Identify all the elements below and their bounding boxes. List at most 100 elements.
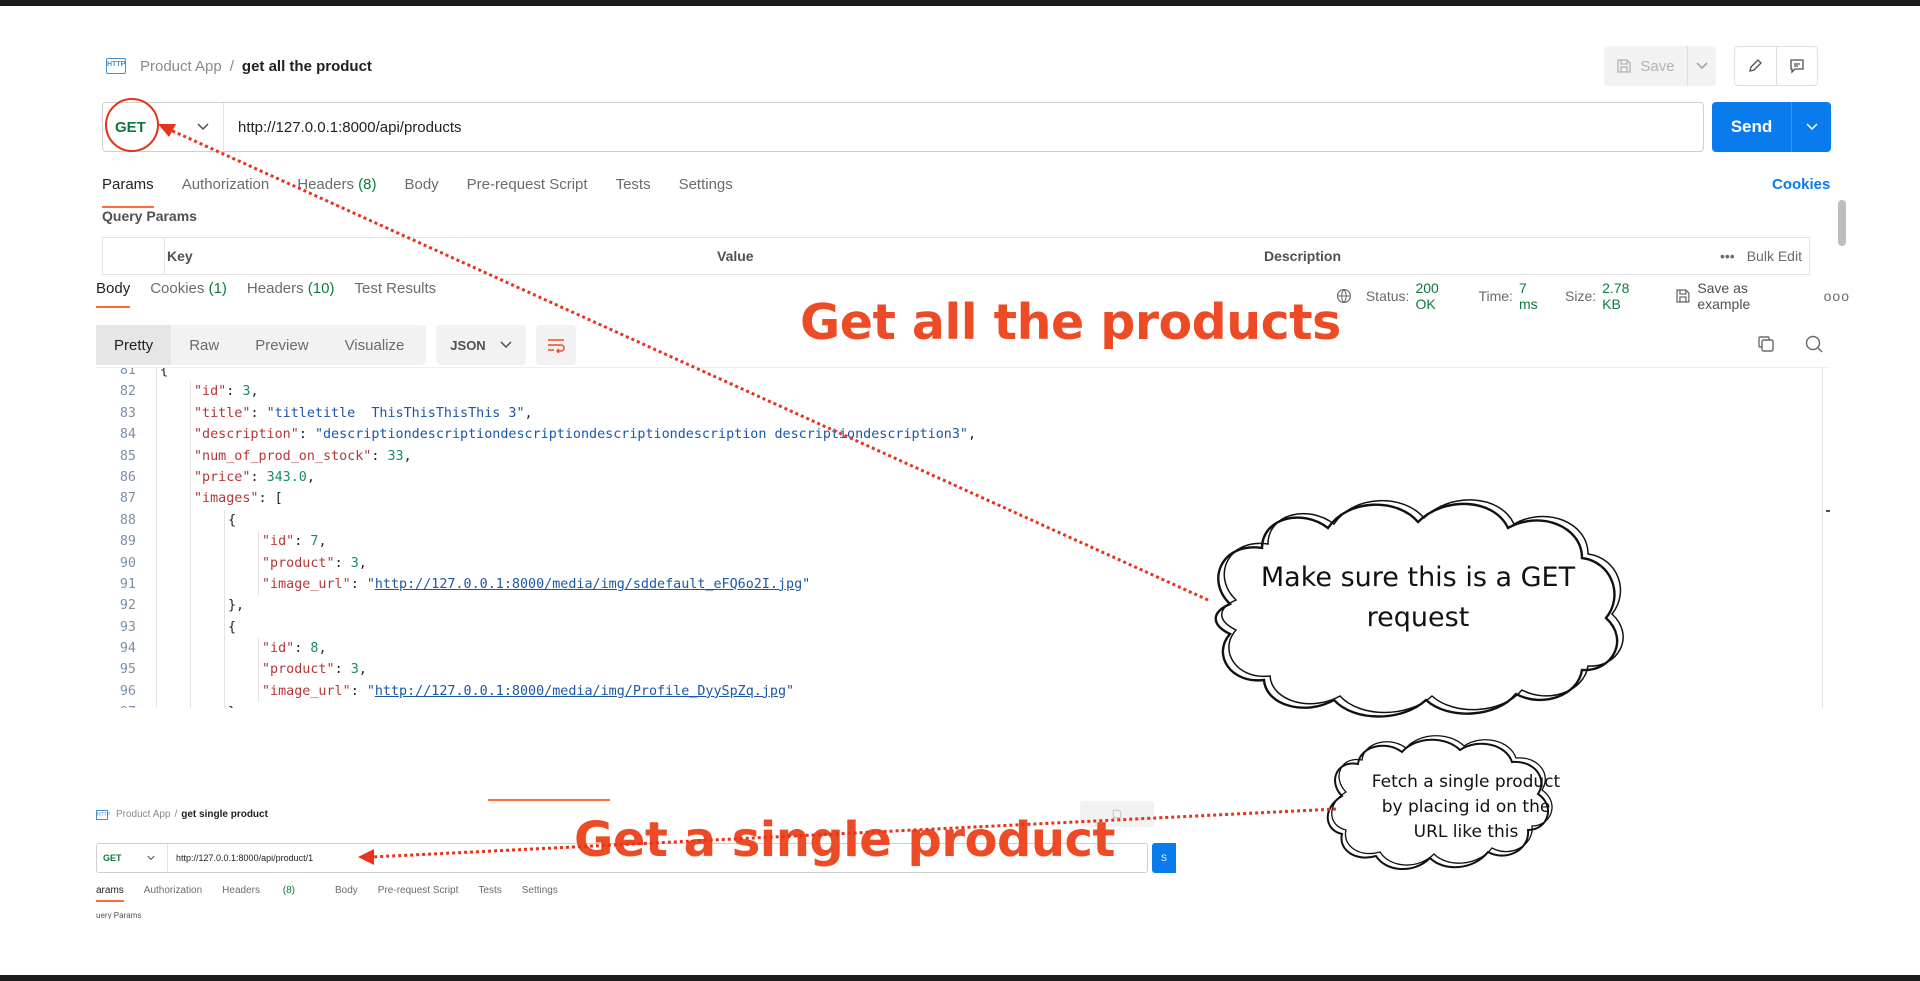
code-line: 88 { [96,509,1830,532]
code-text: "description": "descriptiondescriptionde… [194,424,976,445]
tab-response-headers[interactable]: Headers (10) [247,276,335,308]
mini-breadcrumb-request[interactable]: get single product [181,809,268,820]
mini-method-dropdown[interactable] [147,853,167,863]
save-label: Save [1640,57,1675,75]
tab-response-body[interactable]: Body [96,276,131,308]
url-input[interactable]: http://127.0.0.1:8000/api/products [238,119,462,136]
indent-guide [190,680,191,703]
indent-guide [190,445,191,467]
code-token: : [298,427,315,443]
breadcrumb: HTTP Product App / get all the product [106,54,372,78]
indent-guide [156,509,157,532]
code-line: 96 "image_url": "http://127.0.0.1:8000/me… [96,680,1830,703]
code-line: 87 "images": [ [96,488,1830,510]
wrap-icon [548,339,565,353]
save-button[interactable]: Save [1604,46,1688,86]
indent-guide [258,531,259,553]
code-link[interactable]: http://127.0.0.1:8000/media/img/sddefaul… [375,577,802,592]
method-select[interactable]: GET [103,103,183,151]
mini-method-select[interactable]: GET [97,853,147,863]
code-text: "id": 8, [262,638,327,659]
indent-guide [156,595,157,617]
tab-tests[interactable]: Tests [616,168,651,208]
view-preview[interactable]: Preview [237,325,326,365]
code-text: "id": 7, [262,531,327,552]
mini-request-tabs: arams Authorization Headers (8) Body Pre… [96,885,578,902]
search-button[interactable] [1804,334,1824,359]
mini-tab-headers[interactable]: Headers (8) [222,885,315,902]
mini-tab-body[interactable]: Body [335,885,358,902]
send-options-button[interactable] [1792,102,1831,152]
format-select[interactable]: JSON [436,325,526,365]
indent-guide [156,424,157,446]
mini-tab-pre-request-script[interactable]: Pre-request Script [378,885,459,902]
tab-pre-request-script[interactable]: Pre-request Script [467,168,588,208]
line-number: 96 [119,683,136,699]
mini-send-button[interactable]: S [1152,843,1176,873]
edit-button[interactable] [1735,47,1777,85]
breadcrumb-collection[interactable]: Product App [140,58,222,75]
tab-settings[interactable]: Settings [679,168,733,208]
wrap-lines-button[interactable] [536,325,576,365]
scrollbar-thumb[interactable] [1838,200,1846,246]
edit-group [1734,46,1818,86]
indent-guide [156,702,157,708]
tab-indicator [488,799,610,801]
code-token: : [350,683,367,699]
tab-authorization[interactable]: Authorization [182,168,270,208]
code-link[interactable]: http://127.0.0.1:8000/media/img/Profile_… [375,684,786,699]
more-options-icon[interactable]: ••• [1720,248,1735,264]
tab-params[interactable]: Params [102,168,154,208]
indent-guide [156,552,157,574]
view-visualize[interactable]: Visualize [327,325,423,365]
query-params-header: Key Value Description ••• Bulk Edit [102,237,1810,275]
indent-guide [190,702,191,708]
tab-test-results[interactable]: Test Results [354,276,436,308]
indent-guide [156,402,157,425]
indent-guide [190,659,191,681]
code-text: "image_url": "http://127.0.0.1:8000/medi… [262,574,810,595]
code-token: { [228,619,237,635]
url-divider [223,103,224,151]
bulk-edit-button[interactable]: Bulk Edit [1747,248,1802,264]
send-button[interactable]: Send [1712,102,1792,152]
breadcrumb-request-name[interactable]: get all the product [242,58,372,75]
http-request-icon: HTTP [96,809,111,820]
code-token: "product" [262,555,335,571]
comments-button[interactable] [1777,47,1818,85]
cookies-link[interactable]: Cookies [1772,176,1830,193]
tab-headers[interactable]: Headers (8) [297,168,376,208]
size-label: Size: [1565,288,1597,304]
code-text: "image_url": "http://127.0.0.1:8000/medi… [262,681,794,702]
indent-guide [224,659,225,681]
mini-tab-tests[interactable]: Tests [478,885,501,902]
indent-guide [156,659,157,681]
time-value: 7 ms [1518,280,1538,312]
mini-url-input[interactable]: http://127.0.0.1:8000/api/product/1 [176,853,313,863]
tab-response-cookies[interactable]: Cookies (1) [150,276,227,308]
save-as-example-button[interactable]: Save as example [1675,280,1803,312]
indent-guide [224,531,225,553]
mini-tab-params[interactable]: arams [96,885,124,902]
mini-tab-authorization[interactable]: Authorization [144,885,202,902]
code-token: 3 [350,555,359,571]
indent-guide [190,552,191,574]
mini-tab-settings[interactable]: Settings [522,885,558,902]
indent-guide [224,680,225,703]
view-pretty[interactable]: Pretty [96,325,172,365]
code-token: 343.0 [266,469,307,485]
view-raw[interactable]: Raw [171,325,237,365]
method-dropdown[interactable] [183,123,223,131]
mini-breadcrumb-collection[interactable]: Product App [116,809,170,820]
save-options-button[interactable] [1688,46,1716,86]
tab-body[interactable]: Body [404,168,438,208]
response-more-button[interactable]: ooo [1824,288,1850,304]
code-token: : [334,555,351,571]
code-text: "id": 3, [194,381,259,402]
line-number: 87 [119,491,136,507]
copy-button[interactable] [1756,334,1776,359]
code-token: "product" [262,662,335,678]
code-token: , [403,448,412,464]
indent-guide [156,616,157,639]
indent-guide [190,424,191,446]
